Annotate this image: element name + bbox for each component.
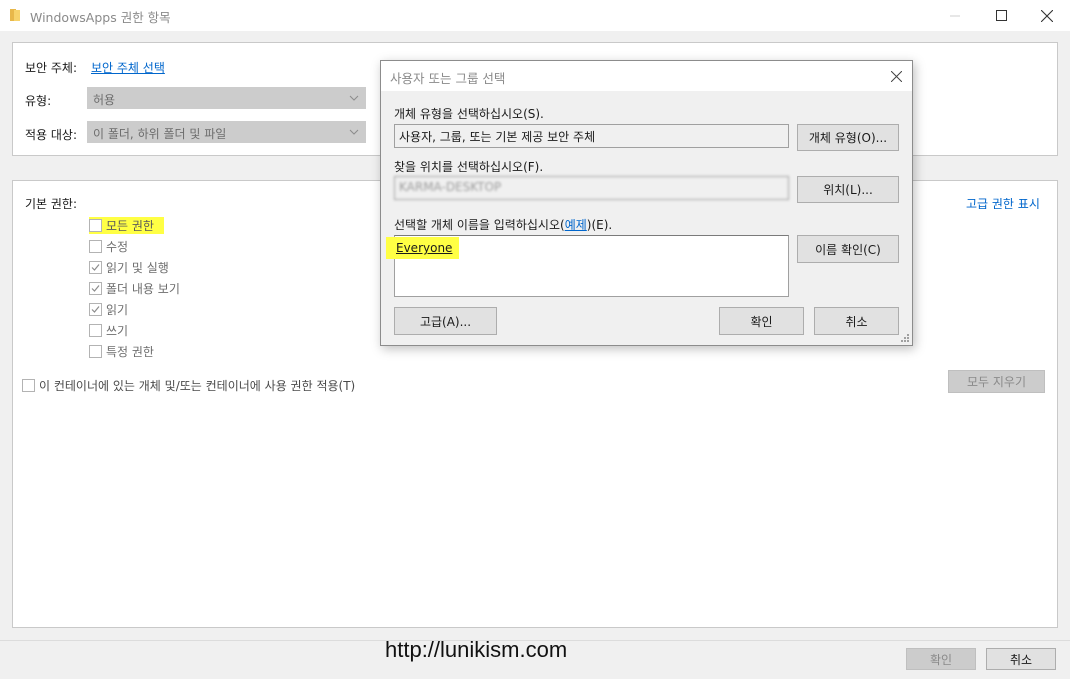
examples-link[interactable]: 예제 bbox=[565, 218, 587, 232]
folder-icon bbox=[10, 9, 20, 21]
object-names-textarea[interactable]: Everyone bbox=[386, 235, 789, 297]
permission-label: 읽기 bbox=[106, 303, 129, 317]
permission-label: 수정 bbox=[106, 240, 129, 254]
dialog-title-bar: 사용자 또는 그룹 선택 bbox=[381, 61, 912, 91]
checkmark-icon bbox=[91, 306, 100, 313]
dialog-cancel-button[interactable]: 취소 bbox=[814, 307, 899, 335]
cancel-button[interactable]: 취소 bbox=[986, 648, 1056, 670]
maximize-button[interactable] bbox=[978, 0, 1024, 31]
enter-label-suffix: )(E). bbox=[586, 218, 613, 232]
checkmark-icon bbox=[91, 264, 100, 271]
minimize-button[interactable] bbox=[932, 0, 978, 31]
location-field: KARMA-DESKTOP bbox=[394, 176, 789, 200]
type-select[interactable]: 허용 bbox=[87, 87, 366, 109]
permission-item[interactable]: 읽기 bbox=[89, 301, 128, 318]
permission-checkbox[interactable] bbox=[89, 261, 102, 274]
object-type-field: 사용자, 그룹, 또는 기본 제공 보안 주체 bbox=[394, 124, 789, 148]
applies-to-label: 적용 대상: bbox=[25, 128, 78, 142]
checkmark-icon bbox=[91, 285, 100, 292]
chevron-down-icon bbox=[349, 129, 359, 135]
advanced-button[interactable]: 고급(A)... bbox=[394, 307, 497, 335]
chevron-down-icon bbox=[349, 95, 359, 101]
permission-item[interactable]: 읽기 및 실행 bbox=[89, 259, 169, 276]
permission-item[interactable]: 폴더 내용 보기 bbox=[89, 280, 180, 297]
window-title: WindowsApps 권한 항목 bbox=[30, 10, 171, 25]
permission-item[interactable]: 모든 권한 bbox=[89, 217, 164, 234]
permission-label: 폴더 내용 보기 bbox=[106, 282, 180, 296]
applies-to-select-value: 이 폴더, 하위 폴더 및 파일 bbox=[93, 127, 227, 141]
enter-object-names-label: 선택할 개체 이름을 입력하십시오(예제)(E). bbox=[394, 216, 612, 233]
permission-checkbox[interactable] bbox=[89, 324, 102, 337]
permission-item[interactable]: 특정 권한 bbox=[89, 343, 154, 360]
permission-label: 모든 권한 bbox=[106, 219, 154, 233]
basic-permissions-label: 기본 권한: bbox=[25, 197, 78, 211]
ok-button[interactable]: 확인 bbox=[906, 648, 976, 670]
permission-label: 읽기 및 실행 bbox=[106, 261, 169, 275]
location-label: 찾을 위치를 선택하십시오(F). bbox=[394, 160, 544, 174]
type-label: 유형: bbox=[25, 94, 52, 108]
permission-item[interactable]: 수정 bbox=[89, 238, 128, 255]
close-icon bbox=[1041, 9, 1053, 22]
apply-container-row[interactable]: 이 컨테이너에 있는 개체 및/또는 컨테이너에 사용 권한 적용(T) bbox=[22, 377, 355, 394]
permission-checkbox[interactable] bbox=[89, 219, 102, 232]
object-type-label: 개체 유형을 선택하십시오(S). bbox=[394, 107, 544, 121]
watermark-text: http://lunikism.com bbox=[385, 637, 568, 662]
permission-label: 특정 권한 bbox=[106, 345, 154, 359]
apply-container-label: 이 컨테이너에 있는 개체 및/또는 컨테이너에 사용 권한 적용(T) bbox=[39, 379, 356, 393]
dialog-title: 사용자 또는 그룹 선택 bbox=[390, 71, 506, 86]
close-button[interactable] bbox=[1024, 0, 1070, 31]
select-user-or-group-dialog: 사용자 또는 그룹 선택 개체 유형을 선택하십시오(S). 사용자, 그룹, … bbox=[380, 60, 913, 346]
resize-grip-icon[interactable] bbox=[900, 333, 910, 343]
object-types-button[interactable]: 개체 유형(O)... bbox=[797, 124, 899, 151]
select-principal-link[interactable]: 보안 주체 선택 bbox=[91, 59, 165, 76]
apply-container-checkbox[interactable] bbox=[22, 379, 35, 392]
enter-label-prefix: 선택할 개체 이름을 입력하십시오( bbox=[394, 218, 565, 232]
permission-checkbox[interactable] bbox=[89, 345, 102, 358]
dialog-ok-button[interactable]: 확인 bbox=[719, 307, 804, 335]
applies-to-select[interactable]: 이 폴더, 하위 폴더 및 파일 bbox=[87, 121, 366, 143]
permission-label: 쓰기 bbox=[106, 324, 129, 338]
show-advanced-permissions-link[interactable]: 고급 권한 표시 bbox=[966, 195, 1040, 212]
title-bar: WindowsApps 권한 항목 bbox=[0, 0, 1070, 31]
close-icon bbox=[890, 70, 902, 82]
permission-checkbox[interactable] bbox=[89, 240, 102, 253]
clear-all-button[interactable]: 모두 지우기 bbox=[948, 370, 1045, 393]
permission-checkbox[interactable] bbox=[89, 303, 102, 316]
dialog-close-button[interactable] bbox=[886, 67, 906, 85]
maximize-icon bbox=[995, 10, 1007, 21]
locations-button[interactable]: 위치(L)... bbox=[797, 176, 899, 203]
permission-item[interactable]: 쓰기 bbox=[89, 322, 128, 339]
check-names-button[interactable]: 이름 확인(C) bbox=[797, 235, 899, 263]
minimize-icon bbox=[949, 15, 960, 17]
principal-label: 보안 주체: bbox=[25, 61, 78, 75]
entered-name: Everyone bbox=[386, 237, 460, 259]
type-select-value: 허용 bbox=[93, 93, 116, 107]
permission-checkbox[interactable] bbox=[89, 282, 102, 295]
